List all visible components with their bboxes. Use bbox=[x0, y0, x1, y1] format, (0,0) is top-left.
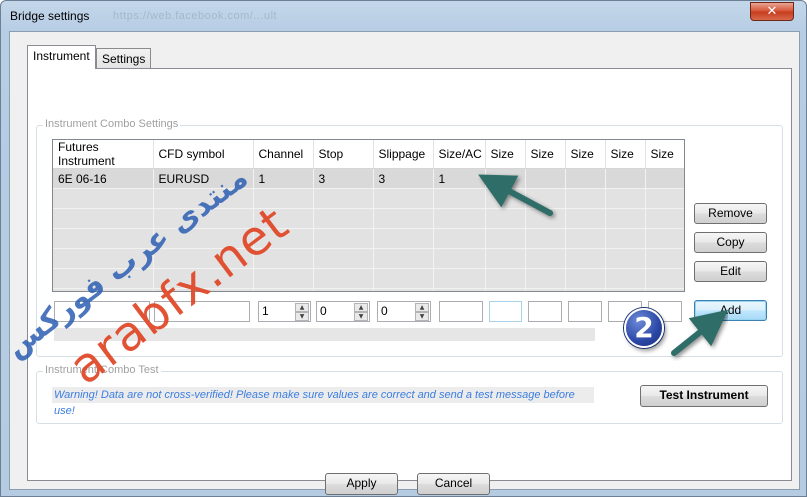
column-header[interactable]: Size bbox=[485, 140, 526, 169]
copy-button[interactable]: Copy bbox=[694, 232, 767, 253]
instrument-table: Futures Instrument CFD symbol Channel St… bbox=[53, 140, 684, 291]
instrument-tab-panel: Instrument Combo Settings Futures Instru… bbox=[27, 68, 792, 495]
column-header[interactable]: Channel bbox=[253, 140, 314, 169]
table-cell: 3 bbox=[373, 168, 434, 189]
stepper-up-icon[interactable]: ▲ bbox=[354, 303, 368, 312]
annotation-arrow-icon bbox=[478, 174, 553, 216]
table-cell: 1 bbox=[253, 168, 314, 189]
table-header-row: Futures Instrument CFD symbol Channel St… bbox=[53, 140, 684, 169]
stepper-down-icon[interactable]: ▼ bbox=[354, 312, 368, 321]
channel-value: 1 bbox=[262, 304, 269, 318]
warning-message: Warning! Data are not cross-verified! Pl… bbox=[52, 387, 594, 417]
stepper-up-icon[interactable]: ▲ bbox=[415, 303, 429, 312]
size-ac-input[interactable] bbox=[439, 301, 483, 322]
stepper-up-icon[interactable]: ▲ bbox=[295, 303, 309, 312]
tab-instrument[interactable]: Instrument bbox=[27, 45, 96, 69]
tab-settings[interactable]: Settings bbox=[96, 48, 152, 69]
close-button[interactable]: ✕ bbox=[750, 2, 794, 21]
table-cell: 6E 06-16 bbox=[53, 168, 154, 189]
empty-row bbox=[53, 188, 684, 209]
column-header[interactable]: Size bbox=[525, 140, 566, 169]
column-header[interactable]: Size bbox=[645, 140, 684, 169]
table-cell bbox=[605, 168, 646, 189]
table-cell bbox=[645, 168, 684, 189]
bridge-settings-window: Bridge settings https://web.facebook.com… bbox=[0, 0, 807, 497]
stop-value: 0 bbox=[320, 304, 327, 318]
window-title: Bridge settings bbox=[10, 9, 90, 23]
title-watermark-url: https://web.facebook.com/...ult bbox=[113, 10, 278, 22]
annotation-arrow-icon bbox=[671, 309, 728, 356]
size-input[interactable] bbox=[568, 301, 602, 322]
edit-button[interactable]: Edit bbox=[694, 261, 767, 282]
size-input[interactable] bbox=[489, 301, 522, 322]
combo-settings-group-label: Instrument Combo Settings bbox=[43, 118, 181, 130]
column-header[interactable]: CFD symbol bbox=[153, 140, 254, 169]
size-input[interactable] bbox=[528, 301, 562, 322]
step-number-badge: 2 bbox=[624, 308, 664, 348]
cancel-button[interactable]: Cancel bbox=[417, 473, 490, 495]
test-instrument-button[interactable]: Test Instrument bbox=[640, 385, 768, 407]
table-cell: 3 bbox=[313, 168, 374, 189]
stepper-down-icon[interactable]: ▼ bbox=[295, 312, 309, 321]
stop-stepper[interactable]: 0 ▲ ▼ bbox=[316, 301, 370, 322]
slippage-value: 0 bbox=[381, 304, 388, 318]
table-cell bbox=[565, 168, 606, 189]
channel-stepper[interactable]: 1 ▲ ▼ bbox=[258, 301, 311, 322]
column-header[interactable]: Slippage bbox=[373, 140, 434, 169]
column-header[interactable]: Futures Instrument bbox=[53, 140, 154, 169]
apply-button[interactable]: Apply bbox=[325, 473, 398, 495]
stepper-down-icon[interactable]: ▼ bbox=[415, 312, 429, 321]
column-header[interactable]: Stop bbox=[313, 140, 374, 169]
remove-button[interactable]: Remove bbox=[694, 203, 767, 224]
table-row[interactable]: 6E 06-16 EURUSD 1 3 3 1 bbox=[53, 168, 684, 189]
column-header[interactable]: Size/AC bbox=[433, 140, 486, 169]
column-header[interactable]: Size bbox=[565, 140, 606, 169]
column-header[interactable]: Size bbox=[605, 140, 646, 169]
slippage-stepper[interactable]: 0 ▲ ▼ bbox=[377, 301, 431, 322]
